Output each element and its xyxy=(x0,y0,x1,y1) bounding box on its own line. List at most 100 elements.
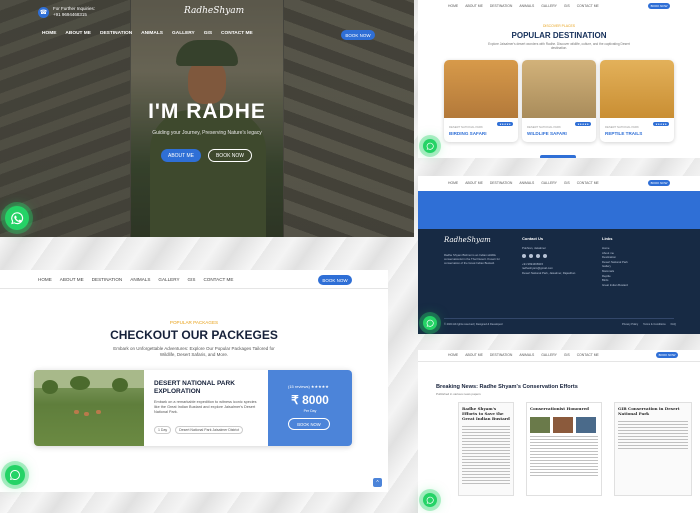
nav-destination[interactable]: DESTINATION xyxy=(490,4,513,8)
footer-link[interactable]: Great Indian Bustard xyxy=(602,283,628,288)
book-now-button[interactable]: BOOK NOW xyxy=(341,30,375,40)
scroll-top-icon[interactable]: ^ xyxy=(373,478,382,487)
hero-panel: ☎ For Further Inquiries: +91 9694468315 … xyxy=(0,0,414,237)
nav-gis[interactable]: GIS xyxy=(564,4,570,8)
youtube-icon[interactable] xyxy=(543,253,547,258)
about-me-button[interactable]: ABOUT ME xyxy=(161,149,201,162)
nav-gallery[interactable]: GALLERY xyxy=(158,277,179,282)
footer-logo[interactable]: RadheShyam xyxy=(444,236,491,244)
package-price: ₹ 8000 xyxy=(291,393,329,407)
copyright: © 2024 All rights reserved | Designed & … xyxy=(444,323,503,326)
nav-gis[interactable]: GIS xyxy=(204,31,212,36)
card-name: REPTILE TRAILS xyxy=(605,131,643,136)
whatsapp-icon[interactable] xyxy=(423,493,437,507)
whatsapp-icon[interactable] xyxy=(5,206,29,230)
hero-subtitle: Guiding your Journey, Preserving Nature'… xyxy=(152,130,262,136)
book-now-button[interactable]: BOOK NOW xyxy=(648,3,670,9)
nav-about[interactable]: ABOUT ME xyxy=(465,181,483,185)
twitter-icon[interactable] xyxy=(529,253,533,258)
nav-animals[interactable]: ANIMALS xyxy=(519,181,534,185)
nav-about[interactable]: ABOUT ME xyxy=(465,4,483,8)
footer-links: Links Home About me Destination Desert N… xyxy=(602,236,628,287)
nav-contact[interactable]: CONTACT ME xyxy=(577,181,599,185)
contact-address: Pokhran, Jaisalmer xyxy=(522,246,546,250)
nav-destination[interactable]: DESTINATION xyxy=(490,181,513,185)
whatsapp-icon[interactable] xyxy=(423,139,437,153)
nav-home[interactable]: HOME xyxy=(448,181,458,185)
nav-home[interactable]: HOME xyxy=(448,4,458,8)
privacy-link[interactable]: Privacy Policy xyxy=(622,323,638,326)
nav-destination[interactable]: DESTINATION xyxy=(100,31,132,36)
nav-destination[interactable]: DESTINATION xyxy=(490,353,513,357)
nav-contact[interactable]: CONTACT ME xyxy=(577,4,599,8)
nav-destination[interactable]: DESTINATION xyxy=(92,277,123,282)
section-description: Explore Jaisalmer's desert wonders with … xyxy=(488,42,630,51)
news-clipping[interactable]: GIB Conservation in Desert National Park xyxy=(614,402,692,496)
nav-home[interactable]: HOME xyxy=(42,31,56,36)
rating-stars: ★★★★★ xyxy=(653,122,669,126)
destination-card-birding[interactable]: ★★★★★ DESERT NATIONAL PARK BIRDING SAFAR… xyxy=(444,60,518,142)
nav-gallery[interactable]: GALLERY xyxy=(541,4,557,8)
clipping-text xyxy=(618,421,688,451)
news-clipping[interactable]: Radhe Shyam's Efforts to Save the Great … xyxy=(458,402,514,496)
book-now-button[interactable]: BOOK NOW xyxy=(648,180,670,186)
duration-tag: 1 Day xyxy=(154,426,172,434)
packages-nav: HOME ABOUT ME DESTINATION ANIMALS GALLER… xyxy=(38,277,233,282)
package-image xyxy=(34,370,144,446)
nav-contact[interactable]: CONTACT ME xyxy=(221,31,253,36)
whatsapp-icon[interactable] xyxy=(423,316,437,330)
destination-card-wildlife[interactable]: ★★★★★ DESERT NATIONAL PARK WILDLIFE SAFA… xyxy=(522,60,596,142)
faq-link[interactable]: FAQ xyxy=(671,323,676,326)
nav-about[interactable]: ABOUT ME xyxy=(60,277,84,282)
news-nav: HOME ABOUT ME DESTINATION ANIMALS GALLER… xyxy=(448,353,599,357)
price-box: (15 reviews) ★★★★★ ₹ 8000 Per Day BOOK N… xyxy=(268,370,352,446)
package-reviews: (15 reviews) ★★★★★ xyxy=(288,384,329,389)
nav-gis[interactable]: GIS xyxy=(564,353,570,357)
destination-card-reptile[interactable]: ★★★★★ DESERT NATIONAL PARK REPTILE TRAIL… xyxy=(600,60,674,142)
nav-animals[interactable]: ANIMALS xyxy=(141,31,163,36)
nav-gallery[interactable]: GALLERY xyxy=(541,181,557,185)
package-book-button[interactable]: BOOK NOW xyxy=(288,418,330,430)
footer-banner xyxy=(418,191,700,229)
nav-gallery[interactable]: GALLERY xyxy=(541,353,557,357)
contact-location: Desert National Park, Jaisalmer, Rajasth… xyxy=(522,270,576,275)
clipping-text xyxy=(462,426,510,486)
nav-about[interactable]: ABOUT ME xyxy=(465,353,483,357)
phone-icon: ☎ xyxy=(38,6,49,18)
nav-gis[interactable]: GIS xyxy=(564,181,570,185)
book-now-button[interactable]: BOOK NOW xyxy=(656,352,678,358)
terms-link[interactable]: Terms & Conditions xyxy=(643,323,666,326)
nav-contact[interactable]: CONTACT ME xyxy=(577,353,599,357)
book-now-button[interactable]: BOOK NOW xyxy=(318,275,352,285)
news-byline: Published in various news papers xyxy=(436,392,481,396)
clipping-photo xyxy=(576,417,596,433)
facebook-icon[interactable] xyxy=(522,253,526,258)
header-divider xyxy=(418,361,700,362)
hero-book-button[interactable]: BOOK NOW xyxy=(208,149,252,162)
packages-panel: HOME ABOUT ME DESTINATION ANIMALS GALLER… xyxy=(0,270,388,492)
whatsapp-icon[interactable] xyxy=(5,465,25,485)
news-clipping[interactable]: Conservationist Honoured xyxy=(526,402,602,496)
footer-page-nav: HOME ABOUT ME DESTINATION ANIMALS GALLER… xyxy=(448,181,599,185)
nav-animals[interactable]: ANIMALS xyxy=(130,277,150,282)
inquiry-phone[interactable]: +91 9694468315 xyxy=(53,12,95,18)
policy-links: Privacy Policy Terms & Conditions FAQ xyxy=(622,323,676,326)
destination-nav: HOME ABOUT ME DESTINATION ANIMALS GALLER… xyxy=(448,4,599,8)
package-card[interactable]: DESERT NATIONAL PARK EXPLORATION Embark … xyxy=(34,370,352,446)
clipping-headline: Radhe Shyam's Efforts to Save the Great … xyxy=(462,406,510,421)
site-logo[interactable]: RadheShyam xyxy=(184,6,244,16)
nav-animals[interactable]: ANIMALS xyxy=(519,4,534,8)
nav-home[interactable]: HOME xyxy=(38,277,52,282)
image-deer xyxy=(84,412,89,416)
instagram-icon[interactable] xyxy=(536,253,540,258)
package-description: Embark on a remarkable expedition to wit… xyxy=(154,400,257,414)
nav-gallery[interactable]: GALLERY xyxy=(172,31,195,36)
nav-gis[interactable]: GIS xyxy=(188,277,196,282)
carousel-indicator[interactable] xyxy=(540,155,576,158)
nav-home[interactable]: HOME xyxy=(448,353,458,357)
footer-panel: HOME ABOUT ME DESTINATION ANIMALS GALLER… xyxy=(418,176,700,334)
nav-contact[interactable]: CONTACT ME xyxy=(203,277,233,282)
nav-animals[interactable]: ANIMALS xyxy=(519,353,534,357)
nav-about[interactable]: ABOUT ME xyxy=(65,31,91,36)
clipping-photo xyxy=(530,417,550,433)
